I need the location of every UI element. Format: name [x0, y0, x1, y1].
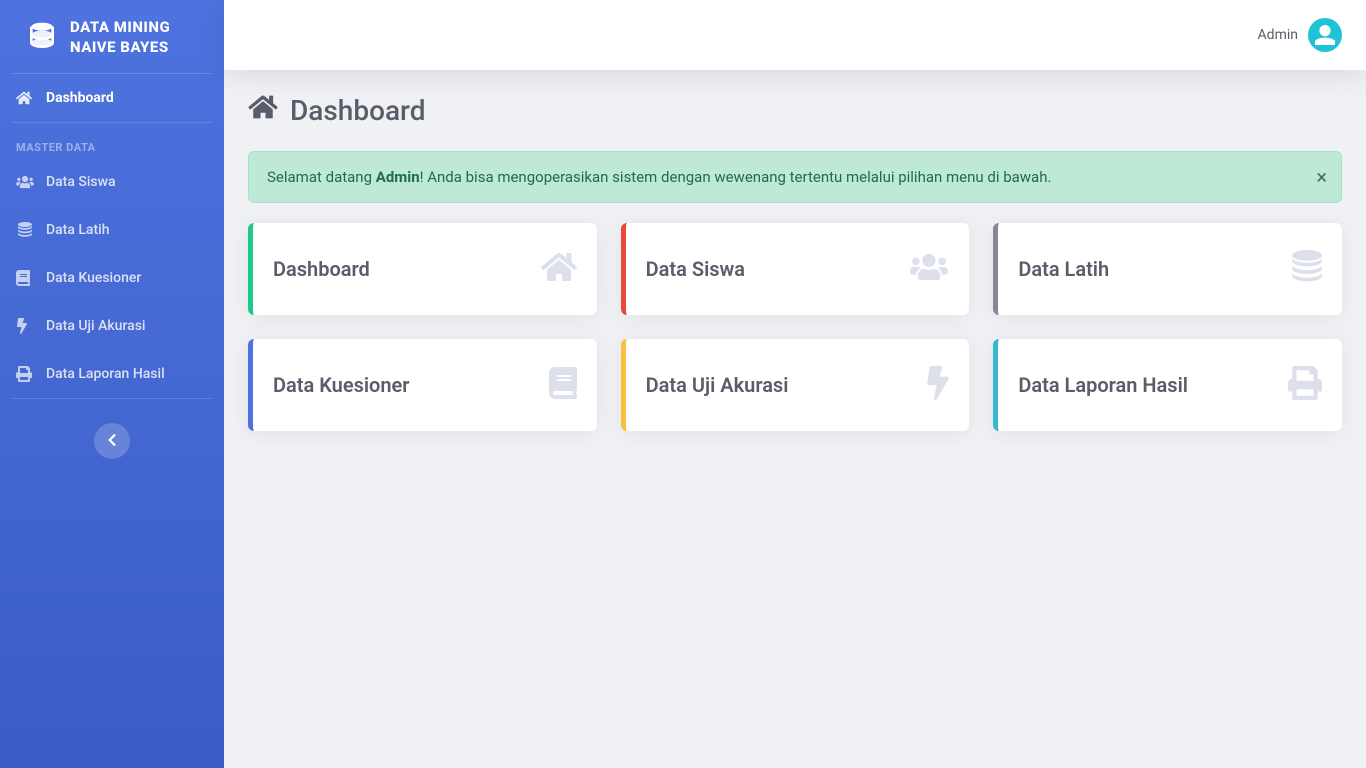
sidebar-item-data-kuesioner[interactable]: Data Kuesioner	[0, 254, 224, 302]
collapse-wrap	[0, 399, 224, 483]
sidebar-item-data-siswa[interactable]: Data Siswa	[0, 158, 224, 206]
card-title: Data Uji Akurasi	[646, 373, 789, 397]
print-icon	[1288, 366, 1322, 404]
sidebar-item-label: Dashboard	[46, 90, 114, 106]
users-icon	[909, 252, 949, 286]
sidebar-item-label: Data Kuesioner	[46, 270, 141, 286]
home-icon	[541, 251, 577, 287]
brand-line2: NAIVE BAYES	[70, 38, 170, 58]
sidebar-item-label: Data Siswa	[46, 174, 116, 190]
topbar-user-name: Admin	[1258, 27, 1298, 43]
sidebar-item-label: Data Latih	[46, 222, 110, 238]
topbar: Admin	[224, 0, 1366, 70]
home-icon	[248, 94, 278, 127]
bolt-icon	[927, 366, 949, 404]
print-icon	[16, 366, 38, 382]
card-data-latih[interactable]: Data Latih	[993, 223, 1342, 315]
cards-grid: Dashboard Data Siswa Data Latih Data Kue…	[248, 223, 1342, 431]
card-data-siswa[interactable]: Data Siswa	[621, 223, 970, 315]
sidebar-collapse-button[interactable]	[94, 423, 130, 459]
home-icon	[16, 90, 38, 106]
brand-line1: DATA MINING	[70, 18, 170, 38]
card-title: Data Latih	[1018, 257, 1109, 281]
users-icon	[16, 175, 38, 189]
sidebar-item-label: Data Laporan Hasil	[46, 366, 165, 382]
brand[interactable]: DATA MINING NAIVE BAYES	[12, 0, 212, 74]
database-icon	[26, 20, 58, 56]
card-title: Dashboard	[273, 257, 370, 281]
sidebar-item-data-latih[interactable]: Data Latih	[0, 206, 224, 254]
card-data-uji-akurasi[interactable]: Data Uji Akurasi	[621, 339, 970, 431]
coins-icon	[16, 222, 38, 238]
sidebar-item-label: Data Uji Akurasi	[46, 318, 146, 334]
card-title: Data Siswa	[646, 257, 745, 281]
topbar-user[interactable]: Admin	[1258, 18, 1342, 52]
alert-suffix: ! Anda bisa mengoperasikan sistem dengan…	[420, 168, 1052, 186]
card-dashboard[interactable]: Dashboard	[248, 223, 597, 315]
avatar	[1308, 18, 1342, 52]
alert-bold: Admin	[376, 168, 420, 186]
sidebar-item-data-uji-akurasi[interactable]: Data Uji Akurasi	[0, 302, 224, 350]
alert-text: Selamat datang Admin! Anda bisa mengoper…	[267, 168, 1051, 186]
book-icon	[549, 366, 577, 404]
chevron-left-icon	[107, 432, 117, 451]
sidebar: DATA MINING NAIVE BAYES Dashboard MASTER…	[0, 0, 224, 768]
coins-icon	[1288, 250, 1322, 288]
card-title: Data Kuesioner	[273, 373, 410, 397]
page-title: Dashboard	[248, 94, 1342, 127]
main: Admin Dashboard Selamat datang Admin! An…	[224, 0, 1366, 768]
book-icon	[16, 270, 38, 286]
brand-text: DATA MINING NAIVE BAYES	[70, 18, 170, 57]
bolt-icon	[16, 318, 38, 334]
card-data-laporan-hasil[interactable]: Data Laporan Hasil	[993, 339, 1342, 431]
sidebar-item-dashboard[interactable]: Dashboard	[0, 74, 224, 122]
page-title-text: Dashboard	[290, 94, 425, 127]
welcome-alert: Selamat datang Admin! Anda bisa mengoper…	[248, 151, 1342, 203]
content: Dashboard Selamat datang Admin! Anda bis…	[224, 70, 1366, 455]
alert-prefix: Selamat datang	[267, 168, 376, 186]
close-icon[interactable]: ×	[1316, 167, 1327, 187]
card-title: Data Laporan Hasil	[1018, 373, 1188, 397]
sidebar-heading-master-data: MASTER DATA	[0, 123, 224, 158]
card-data-kuesioner[interactable]: Data Kuesioner	[248, 339, 597, 431]
sidebar-item-data-laporan-hasil[interactable]: Data Laporan Hasil	[0, 350, 224, 398]
